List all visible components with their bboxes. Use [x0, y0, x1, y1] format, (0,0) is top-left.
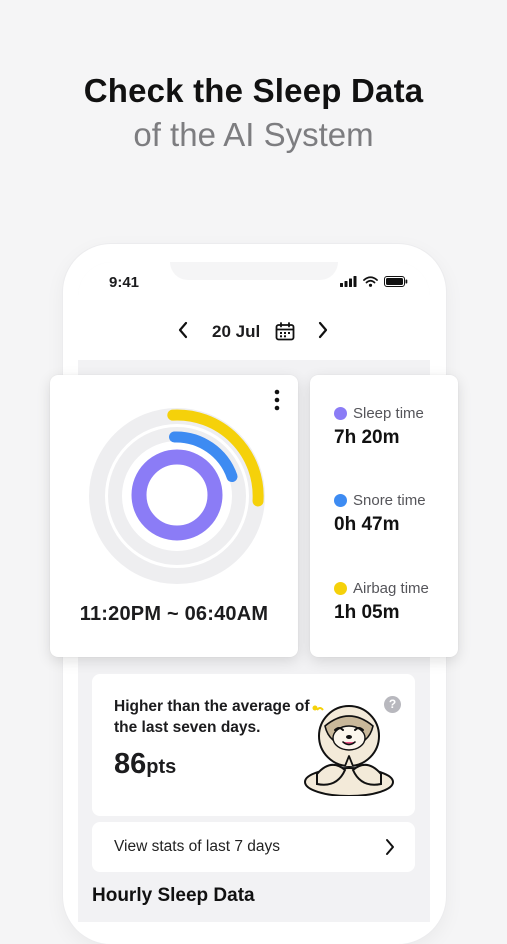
status-time: 9:41 — [109, 274, 140, 291]
calendar-icon[interactable] — [275, 322, 295, 341]
stat-label: Snore time — [353, 492, 426, 509]
signal-icon — [340, 276, 357, 287]
stat-label: Sleep time — [353, 405, 424, 422]
chevron-right-icon[interactable] — [316, 320, 330, 340]
airbag-dot — [334, 582, 347, 595]
more-options-icon[interactable] — [274, 389, 280, 411]
phone-notch — [170, 262, 338, 280]
score-card: Higher than the average of the last seve… — [92, 674, 415, 816]
stat-airbag: Airbag time 1h 05m — [334, 580, 429, 624]
status-icons — [340, 276, 408, 287]
hourly-section-title: Hourly Sleep Data — [92, 885, 255, 906]
headline-title: Check the Sleep Data — [83, 72, 424, 109]
sleep-ring-chart — [89, 408, 265, 584]
view-weekly-stats-link[interactable]: View stats of last 7 days — [92, 822, 415, 872]
sleep-ring-card: 11:20PM ~ 06:40AM — [50, 375, 298, 657]
headline-subtitle: of the AI System — [133, 116, 374, 153]
sleep-stats-card: Sleep time 7h 20m Snore time 0h 47m Airb… — [310, 375, 458, 657]
stat-value: 1h 05m — [334, 602, 400, 623]
sleep-time-range: 11:20PM ~ 06:40AM — [79, 603, 269, 625]
score-number: 86 — [114, 748, 147, 780]
stat-value: 7h 20m — [334, 427, 400, 448]
sleep-ring — [131, 449, 223, 541]
current-date[interactable]: 20 Jul — [212, 322, 260, 342]
app-header: 9:41 20 Jul — [78, 262, 430, 360]
sloth-mascot-icon — [304, 705, 394, 796]
stat-sleep: Sleep time 7h 20m — [334, 405, 424, 449]
score-unit: pts — [146, 756, 177, 778]
stat-snore: Snore time 0h 47m — [334, 492, 426, 536]
score-comparison-text: Higher than the average of the last seve… — [114, 698, 310, 736]
wifi-icon — [363, 276, 378, 287]
score-value: 86pts — [114, 748, 176, 781]
snore-dot — [334, 494, 347, 507]
battery-icon — [384, 276, 408, 287]
sleep-dot — [334, 407, 347, 420]
chevron-right-icon — [386, 839, 394, 855]
stat-label: Airbag time — [353, 580, 429, 597]
weekly-stats-label: View stats of last 7 days — [114, 838, 280, 855]
stat-value: 0h 47m — [334, 514, 400, 535]
date-navigator: 20 Jul — [78, 318, 430, 348]
chevron-left-icon[interactable] — [176, 320, 190, 340]
